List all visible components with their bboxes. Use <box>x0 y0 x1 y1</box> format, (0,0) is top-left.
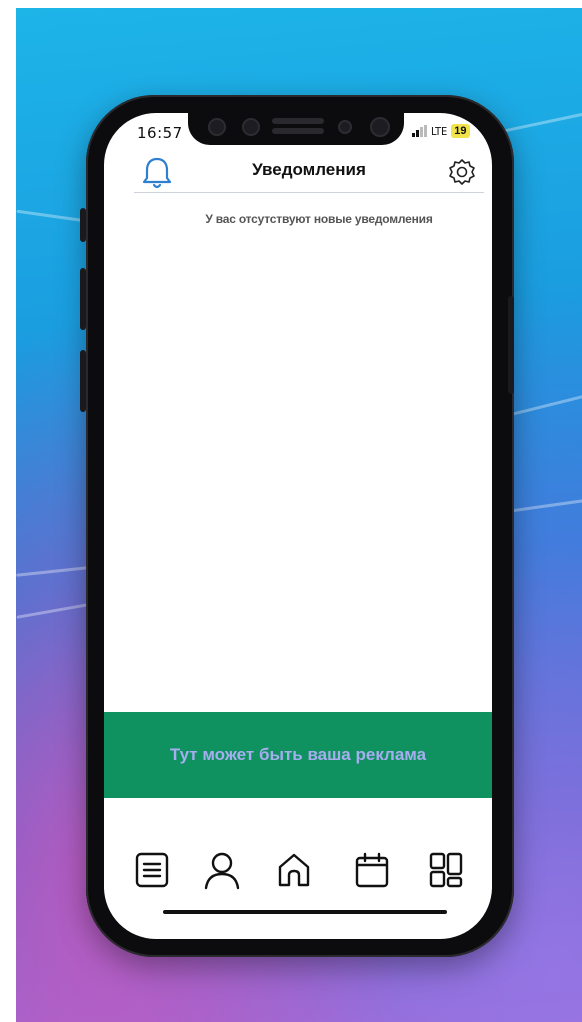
volume-up-button <box>80 268 86 330</box>
tab-calendar[interactable] <box>348 846 396 894</box>
app-header: Уведомления <box>134 154 484 193</box>
sensor-icon <box>338 120 352 134</box>
tab-profile[interactable] <box>198 846 246 894</box>
ad-banner-text: Тут может быть ваша реклама <box>169 745 427 764</box>
mute-switch <box>80 208 86 242</box>
status-time: 16:57 <box>137 124 183 142</box>
tab-bar <box>104 846 492 900</box>
empty-notifications-message: У вас отсутствуют новые уведомления <box>205 212 433 226</box>
home-icon <box>278 853 310 887</box>
battery-icon: 19 <box>451 124 470 138</box>
calendar-icon <box>355 852 389 888</box>
screen <box>104 113 492 939</box>
network-type: LTE <box>431 124 448 138</box>
front-camera-icon <box>370 117 390 137</box>
tab-dashboard[interactable] <box>422 846 470 894</box>
profile-icon <box>204 852 240 890</box>
page-title: Уведомления <box>252 160 366 179</box>
dashboard-icon <box>429 852 463 888</box>
tab-list[interactable] <box>128 846 176 894</box>
status-indicators: LTE 19 <box>412 124 470 138</box>
power-button <box>508 296 514 394</box>
sensor-icon <box>208 118 226 136</box>
signal-icon <box>412 125 427 137</box>
home-indicator[interactable] <box>163 910 447 914</box>
gear-icon[interactable] <box>448 158 476 191</box>
sensor-icon <box>242 118 260 136</box>
tab-home[interactable] <box>270 846 318 894</box>
speaker-grill <box>272 118 324 124</box>
speaker-grill <box>272 128 324 134</box>
volume-down-button <box>80 350 86 412</box>
list-icon <box>135 852 169 888</box>
ad-banner[interactable]: Тут может быть ваша реклама <box>104 712 492 798</box>
